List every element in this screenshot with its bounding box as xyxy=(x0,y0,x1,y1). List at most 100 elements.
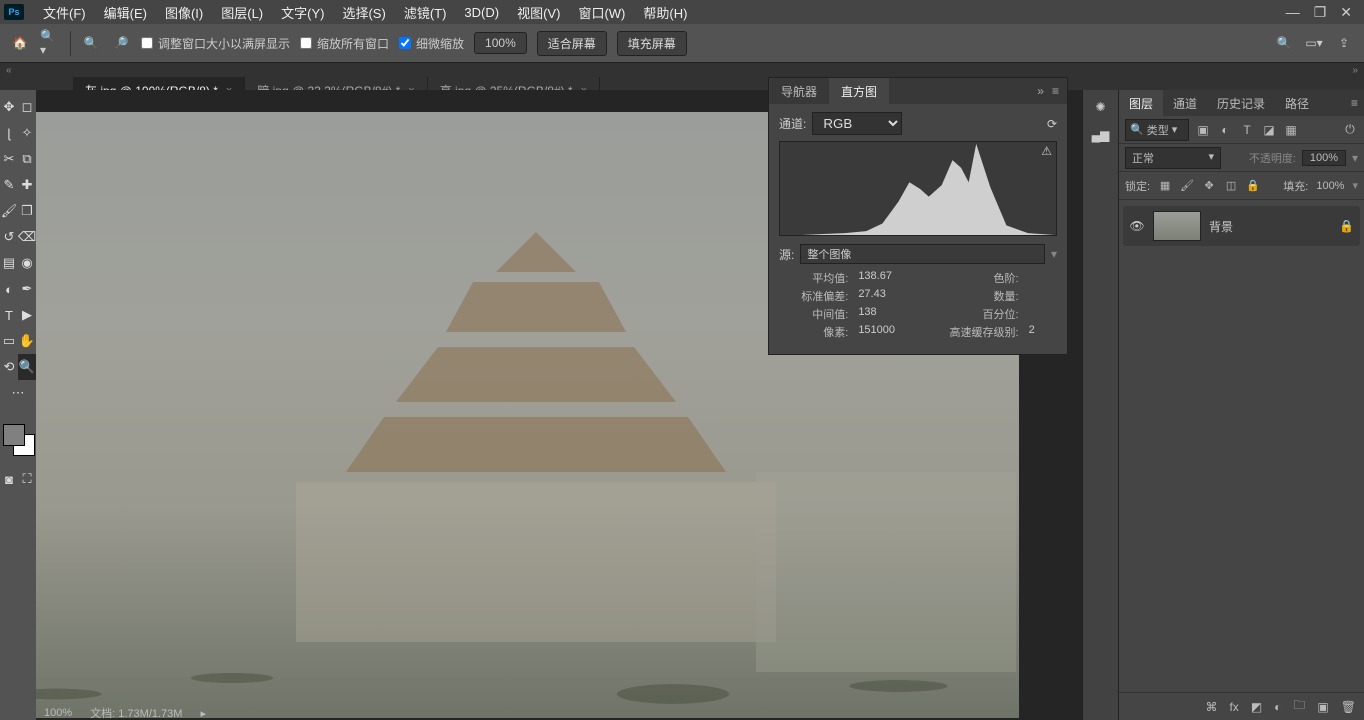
layer-row[interactable]: 👁 背景 🔒 xyxy=(1123,206,1360,246)
layer-thumbnail[interactable] xyxy=(1153,211,1201,241)
new-layer-icon[interactable]: ▣ xyxy=(1317,700,1328,714)
tab-paths[interactable]: 路径 xyxy=(1275,90,1319,116)
menu-view[interactable]: 视图(V) xyxy=(508,3,569,22)
crop-tool[interactable]: ✂ xyxy=(0,146,18,172)
workspace-switcher-icon[interactable]: ▭▾ xyxy=(1304,33,1324,53)
status-docsize[interactable]: 文档: 1.73M/1.73M xyxy=(90,705,182,720)
fill-input[interactable]: 100% xyxy=(1316,180,1344,192)
adjustment-layer-icon[interactable]: ◐ xyxy=(1274,700,1281,714)
group-icon[interactable]: 🗀 xyxy=(1293,696,1305,717)
tab-histogram[interactable]: 直方图 xyxy=(829,78,889,104)
layer-name[interactable]: 背景 xyxy=(1209,218,1331,235)
panel-menu-icon[interactable]: ≡ xyxy=(1052,84,1059,98)
histogram-panel-icon[interactable]: ▄▆ xyxy=(1092,128,1110,142)
magic-wand-tool[interactable]: ✧ xyxy=(18,120,36,146)
cached-warning-icon[interactable]: ⚠ xyxy=(1041,144,1052,158)
close-button[interactable]: ✕ xyxy=(1340,4,1352,21)
zoom-tool-icon[interactable]: 🔍▾ xyxy=(40,33,60,53)
tab-history[interactable]: 历史记录 xyxy=(1207,90,1275,116)
frame-tool[interactable]: ⧉ xyxy=(18,146,36,172)
zoom-in-icon[interactable]: 🔍 xyxy=(81,33,101,53)
lock-all-icon[interactable]: 🔒 xyxy=(1246,179,1260,192)
menu-file[interactable]: 文件(F) xyxy=(34,3,95,22)
channel-select[interactable]: RGB xyxy=(812,112,902,135)
blend-mode-select[interactable]: 正常▾ xyxy=(1125,147,1221,169)
menu-help[interactable]: 帮助(H) xyxy=(634,3,696,22)
delete-layer-icon[interactable]: 🗑 xyxy=(1341,700,1356,714)
pen-tool[interactable]: ✒ xyxy=(18,276,36,302)
brush-tool[interactable]: 🖌 xyxy=(0,198,18,224)
restore-button[interactable]: ❐ xyxy=(1314,4,1327,21)
histogram-chart[interactable]: ⚠ xyxy=(779,141,1057,236)
tab-channels[interactable]: 通道 xyxy=(1163,90,1207,116)
filter-adjust-icon[interactable]: ◐ xyxy=(1217,122,1233,138)
eraser-tool[interactable]: ⌫ xyxy=(18,224,36,250)
collapse-icon[interactable]: » xyxy=(1037,84,1044,98)
filter-shape-icon[interactable]: ◪ xyxy=(1261,122,1277,138)
status-zoom[interactable]: 100% xyxy=(44,707,72,719)
zoom-display[interactable]: 100% xyxy=(474,32,527,54)
lasso-tool[interactable]: ɭ xyxy=(0,120,18,146)
gradient-tool[interactable]: ▤ xyxy=(0,250,18,276)
expand-left-icon[interactable]: « xyxy=(6,65,12,76)
type-tool[interactable]: T xyxy=(0,302,18,328)
history-brush-tool[interactable]: ↺ xyxy=(0,224,18,250)
hand-tool[interactable]: ✋ xyxy=(18,328,36,354)
source-select[interactable]: 整个图像 xyxy=(800,244,1045,264)
zoom-all-checkbox[interactable]: 缩放所有窗口 xyxy=(300,35,389,52)
menu-edit[interactable]: 编辑(E) xyxy=(95,3,156,22)
zoom-out-icon[interactable]: 🔎 xyxy=(111,33,131,53)
filter-pixel-icon[interactable]: ▣ xyxy=(1195,122,1211,138)
lock-transparent-icon[interactable]: ▦ xyxy=(1158,179,1172,192)
menu-image[interactable]: 图像(I) xyxy=(156,3,212,22)
rectangle-tool[interactable]: ▭ xyxy=(0,328,18,354)
dodge-tool[interactable]: ◐ xyxy=(0,276,18,302)
tab-layers[interactable]: 图层 xyxy=(1119,90,1163,116)
quickmask-tool[interactable]: ◙ xyxy=(0,466,18,492)
path-select-tool[interactable]: ▶ xyxy=(18,302,36,328)
scrubby-zoom-checkbox[interactable]: 细微缩放 xyxy=(399,35,464,52)
menu-filter[interactable]: 滤镜(T) xyxy=(395,3,456,22)
tab-navigator[interactable]: 导航器 xyxy=(769,78,829,104)
lock-position-icon[interactable]: ✥ xyxy=(1202,179,1216,192)
layer-fx-icon[interactable]: fx xyxy=(1229,700,1238,714)
expand-right-icon[interactable]: » xyxy=(1352,65,1358,76)
fill-screen-button[interactable]: 填充屏幕 xyxy=(617,31,687,56)
filter-smart-icon[interactable]: ▦ xyxy=(1283,122,1299,138)
share-icon[interactable]: ⇪ xyxy=(1334,33,1354,53)
fit-screen-button[interactable]: 适合屏幕 xyxy=(537,31,607,56)
marquee-tool[interactable]: ◻ xyxy=(18,94,36,120)
menu-layer[interactable]: 图层(L) xyxy=(212,3,272,22)
rotate-view-tool[interactable]: ⟲ xyxy=(0,354,18,380)
menu-window[interactable]: 窗口(W) xyxy=(569,3,634,22)
filter-type-icon[interactable]: T xyxy=(1239,122,1255,138)
resize-window-checkbox[interactable]: 调整窗口大小以满屏显示 xyxy=(141,35,290,52)
color-swatches[interactable] xyxy=(1,422,35,456)
patch-tool[interactable]: ✚ xyxy=(18,172,36,198)
panel-menu-icon[interactable]: ≡ xyxy=(1345,96,1364,110)
edit-toolbar[interactable]: ⋯ xyxy=(0,380,36,406)
opacity-input[interactable]: 100% xyxy=(1302,150,1346,166)
clone-tool[interactable]: ❐ xyxy=(18,198,36,224)
screenmode-tool[interactable]: ⛶ xyxy=(18,466,36,492)
color-panel-icon[interactable]: ✺ xyxy=(1095,100,1105,114)
refresh-icon[interactable]: ⟳ xyxy=(1047,117,1057,131)
foreground-color-swatch[interactable] xyxy=(3,424,25,446)
visibility-icon[interactable]: 👁 xyxy=(1129,219,1145,233)
layer-filter-type[interactable]: 🔍 类型 ▾ xyxy=(1125,119,1189,141)
search-icon[interactable]: 🔍 xyxy=(1274,33,1294,53)
layer-mask-icon[interactable]: ◩ xyxy=(1251,700,1262,714)
minimize-button[interactable]: — xyxy=(1286,4,1300,21)
menu-type[interactable]: 文字(Y) xyxy=(272,3,333,22)
menu-select[interactable]: 选择(S) xyxy=(333,3,394,22)
home-icon[interactable]: 🏠 xyxy=(10,33,30,53)
zoom-tool[interactable]: 🔍 xyxy=(18,354,36,380)
filter-toggle[interactable]: ⏻ xyxy=(1342,122,1358,138)
eyedropper-tool[interactable]: ✎ xyxy=(0,172,18,198)
move-tool[interactable]: ✥ xyxy=(0,94,18,120)
lock-artboard-icon[interactable]: ◫ xyxy=(1224,179,1238,192)
lock-paint-icon[interactable]: 🖌 xyxy=(1180,179,1194,192)
blur-tool[interactable]: ◉ xyxy=(18,250,36,276)
link-layers-icon[interactable]: ⌘ xyxy=(1205,700,1217,714)
menu-3d[interactable]: 3D(D) xyxy=(455,5,508,20)
